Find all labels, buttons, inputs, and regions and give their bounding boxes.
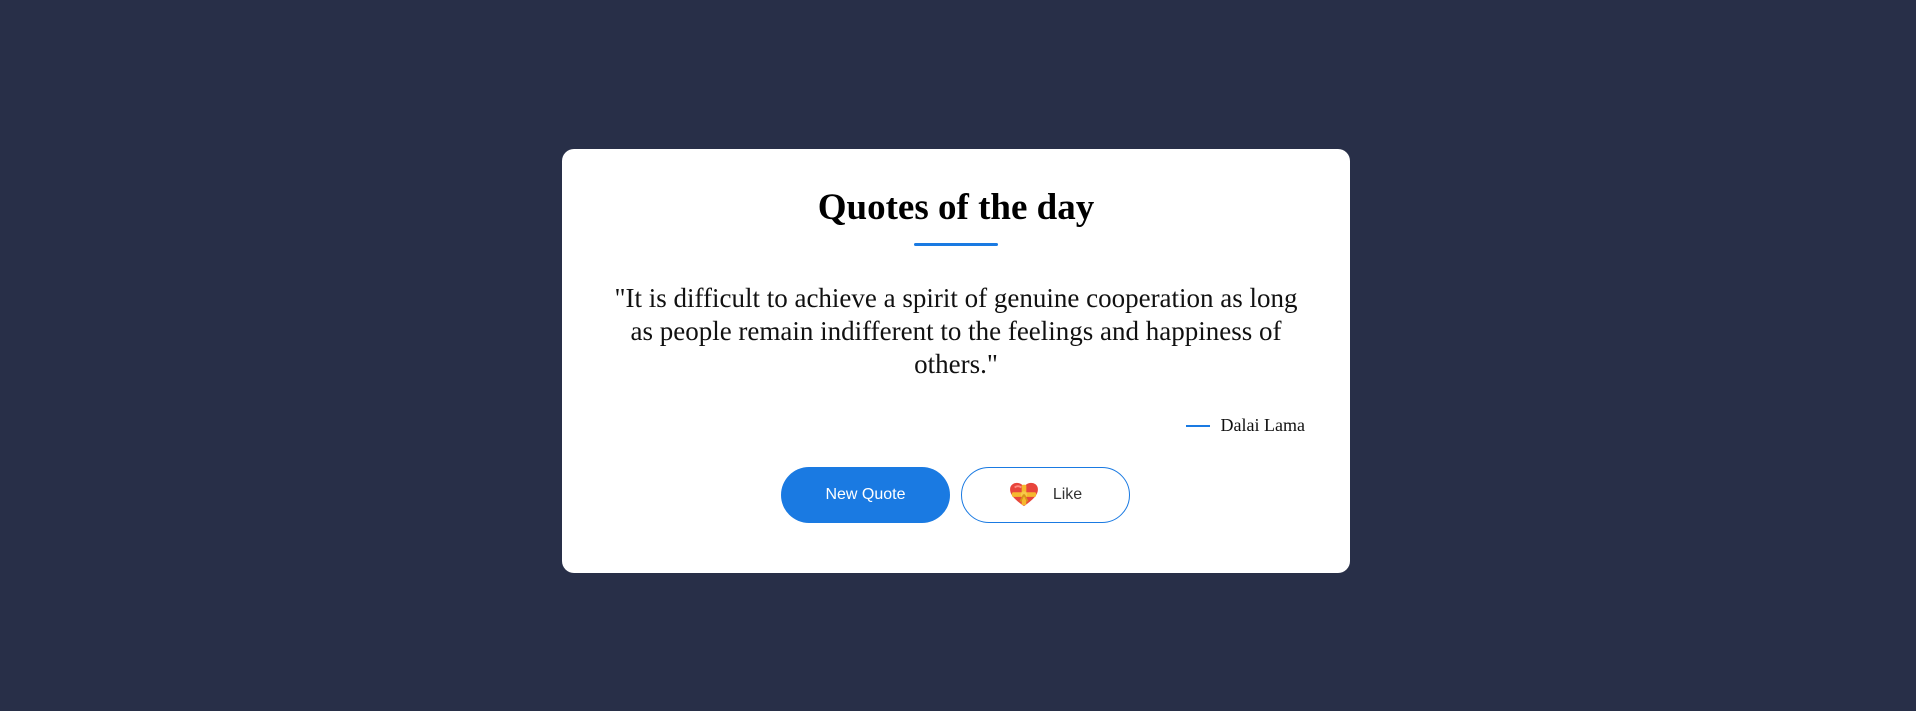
heart-with-ribbon-icon [1009, 482, 1038, 507]
button-row: New Quote Like [781, 467, 1130, 523]
new-quote-button[interactable]: New Quote [781, 467, 950, 523]
quote-card: Quotes of the day "It is difficult to ac… [562, 149, 1350, 573]
title-underline [914, 243, 998, 246]
like-button[interactable]: Like [961, 467, 1130, 523]
author-name: Dalai Lama [1220, 415, 1305, 435]
like-label: Like [1052, 486, 1083, 503]
author-dash [1185, 424, 1210, 427]
new-quote-label: New Quote [825, 486, 906, 503]
quote-text: "It is difficult to achieve a spirit of … [614, 283, 1298, 379]
author-line: Dalai Lama [1185, 415, 1305, 436]
card-title: Quotes of the day [817, 187, 1095, 228]
